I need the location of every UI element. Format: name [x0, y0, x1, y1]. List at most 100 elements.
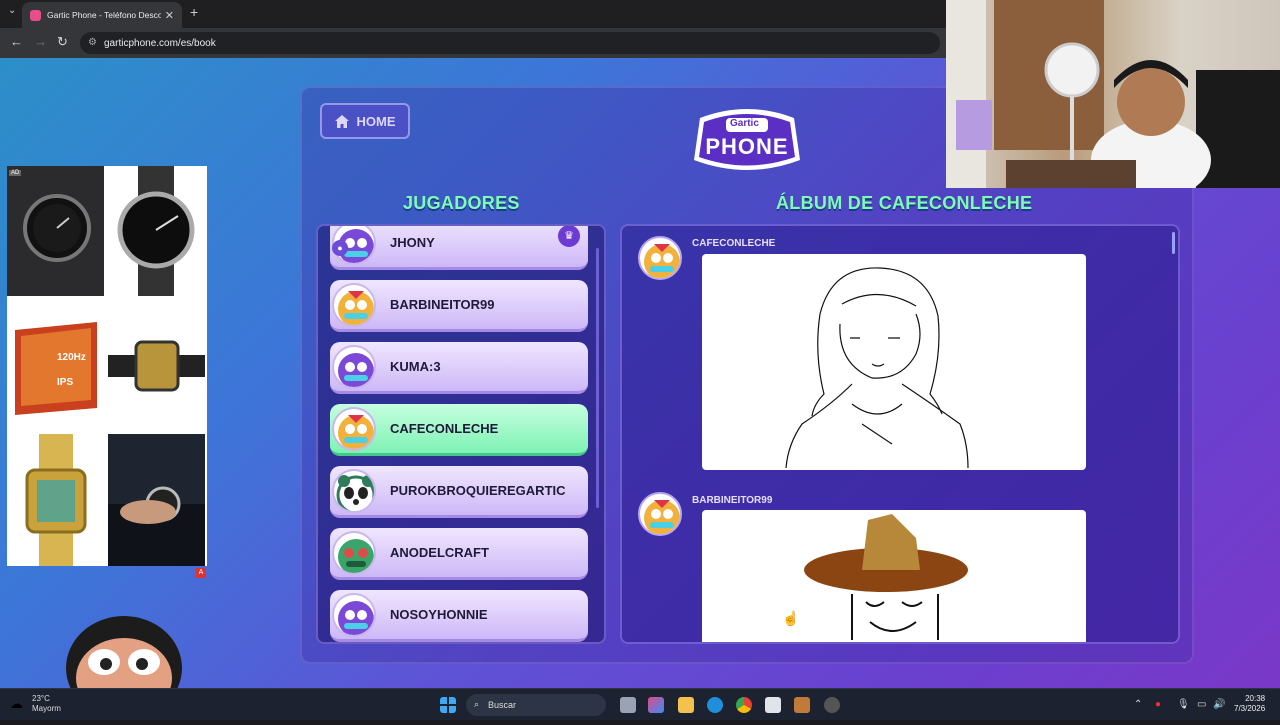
purple-bird-avatar-icon: [338, 601, 374, 635]
ad-choices-badge[interactable]: A: [196, 568, 206, 578]
new-tab-button[interactable]: +: [190, 4, 198, 20]
windows-start-icon[interactable]: [440, 697, 456, 713]
player-item-purokbroquieregartic[interactable]: PUROKBROQUIEREGARTIC: [330, 466, 588, 518]
weather-icon[interactable]: ☁: [10, 696, 23, 712]
streamer-webcam: [946, 0, 1280, 188]
microphone-icon[interactable]: 🎙: [1177, 699, 1190, 710]
site-info-icon[interactable]: ⚙: [88, 37, 97, 48]
user-icon: ●: [332, 240, 348, 256]
green-monster-avatar-icon: [338, 539, 374, 573]
player-name: ANODELCRAFT: [390, 545, 489, 560]
player-name: NOSOYHONNIE: [390, 607, 488, 622]
ad-watch-black-icon[interactable]: [7, 166, 104, 296]
logo-bottom-text: PHONE: [705, 134, 789, 159]
yellow-bird-avatar-icon: [338, 291, 374, 325]
weather-widget[interactable]: 23°C Mayorm: [32, 694, 61, 714]
taskbar-search[interactable]: ⌕ Buscar: [466, 694, 606, 716]
search-placeholder: Buscar: [488, 700, 517, 710]
avatar: [332, 345, 376, 389]
avatar: [332, 283, 376, 327]
player-item-jhony[interactable]: ● JHONY ♛: [330, 226, 588, 270]
windows-taskbar: ☁ 23°C Mayorm ⌕ Buscar ⌃ ● 🎙 ▭ 🔊 20:38 7…: [0, 688, 1280, 720]
svg-text:IPS: IPS: [57, 377, 73, 388]
tab-list-icon[interactable]: ⌄: [8, 5, 16, 16]
clock-time: 20:38: [1245, 694, 1266, 703]
tab-title: Gartic Phone - Teléfono Descon: [47, 10, 161, 20]
store-icon[interactable]: [765, 697, 781, 713]
player-name: JHONY: [390, 235, 435, 250]
tab-close-icon[interactable]: ✕: [165, 9, 174, 22]
player-name: BARBINEITOR99: [390, 297, 495, 312]
reload-icon[interactable]: ↻: [57, 34, 68, 50]
panda-avatar-icon: [336, 475, 374, 511]
weather-text: Mayorm: [32, 704, 61, 713]
players-title: JUGADORES: [403, 193, 520, 213]
entry-avatar: [638, 236, 682, 280]
ad-watch-wrist-icon[interactable]: [108, 434, 205, 566]
task-view-icon[interactable]: [620, 697, 636, 713]
yellow-bird-avatar-icon: [644, 500, 680, 534]
player-name: PUROKBROQUIEREGARTIC: [390, 483, 566, 498]
crown-icon: ♛: [558, 226, 580, 247]
back-icon[interactable]: ←: [10, 34, 23, 49]
hand-cursor-icon: ☝: [782, 610, 800, 626]
yellow-bird-avatar-icon: [338, 415, 374, 449]
url-text: garticphone.com/es/book: [104, 37, 216, 49]
file-explorer-icon[interactable]: [678, 697, 694, 713]
chrome-icon[interactable]: [736, 697, 752, 713]
search-icon: ⌕: [474, 699, 480, 709]
ad-watch-steel-icon[interactable]: [108, 166, 205, 296]
network-icon[interactable]: ▭: [1197, 699, 1206, 710]
tray-app-icon[interactable]: ●: [1155, 699, 1161, 710]
home-button[interactable]: HOME: [320, 103, 410, 139]
forward-icon[interactable]: →: [34, 34, 47, 49]
clock-date: 7/3/2026: [1234, 704, 1266, 713]
yellow-bird-avatar-icon: [644, 244, 680, 278]
sketch-girl-drawing: [785, 267, 969, 469]
entry-author: CAFECONLECHE: [692, 238, 776, 249]
avatar: [332, 469, 376, 513]
player-item-nosoyhonnie[interactable]: NOSOYHONNIE: [330, 590, 588, 642]
app-icon[interactable]: [794, 697, 810, 713]
ad-label: AD: [9, 170, 22, 176]
tray-overflow-icon[interactable]: ⌃: [1134, 699, 1142, 710]
entry-author: BARBINEITOR99: [692, 495, 773, 506]
browser-tab[interactable]: Gartic Phone - Teléfono Descon ✕: [22, 2, 182, 28]
players-scrollbar[interactable]: [596, 248, 599, 508]
player-item-kuma3[interactable]: KUMA:3: [330, 342, 588, 394]
entry-avatar: [638, 492, 682, 536]
player-name: KUMA:3: [390, 359, 441, 374]
gartic-phone-logo: Gartic PHONE: [686, 104, 808, 178]
drawing-canvas: [702, 510, 1086, 642]
drawing-canvas: [702, 254, 1086, 470]
purple-bird-avatar-icon: [338, 353, 374, 387]
gartic-favicon-icon: [30, 9, 41, 21]
ad-watch-gold-icon[interactable]: [108, 300, 205, 430]
album-scrollbar[interactable]: [1172, 232, 1175, 254]
player-item-barbineitor99[interactable]: BARBINEITOR99: [330, 280, 588, 332]
volume-icon[interactable]: 🔊: [1213, 699, 1225, 710]
home-icon: [334, 114, 349, 128]
temperature: 23°C: [32, 694, 50, 703]
hat-character-drawing: [804, 514, 968, 640]
url-field[interactable]: ⚙ garticphone.com/es/book: [80, 32, 940, 54]
player-name: CAFECONLECHE: [390, 421, 499, 436]
copilot-icon[interactable]: [648, 697, 664, 713]
album-feed[interactable]: CAFECONLECHE BARBINEITOR99: [620, 224, 1180, 644]
ad-banner[interactable]: 120Hz IPS: [7, 166, 207, 566]
album-title: ÁLBUM DE CAFECONLECHE: [776, 193, 1033, 213]
avatar: [332, 407, 376, 451]
ad-monitor-icon[interactable]: 120Hz IPS: [7, 300, 104, 430]
svg-text:120Hz: 120Hz: [57, 352, 86, 363]
logo-top-text: Gartic: [730, 118, 759, 129]
players-list[interactable]: ● JHONY ♛ BARBINEITOR99 KUMA:3 CAFECONLE…: [316, 224, 606, 644]
clock[interactable]: 20:38 7/3/2026: [1234, 694, 1265, 714]
avatar: [332, 531, 376, 575]
ad-watch-goldsquare-icon[interactable]: [7, 434, 104, 566]
edge-icon[interactable]: [707, 697, 723, 713]
settings-icon[interactable]: [824, 697, 840, 713]
player-item-cafeconleche[interactable]: CAFECONLECHE: [330, 404, 588, 456]
avatar: [332, 593, 376, 637]
home-label: HOME: [356, 113, 396, 129]
player-item-anodelcraft[interactable]: ANODELCRAFT: [330, 528, 588, 580]
